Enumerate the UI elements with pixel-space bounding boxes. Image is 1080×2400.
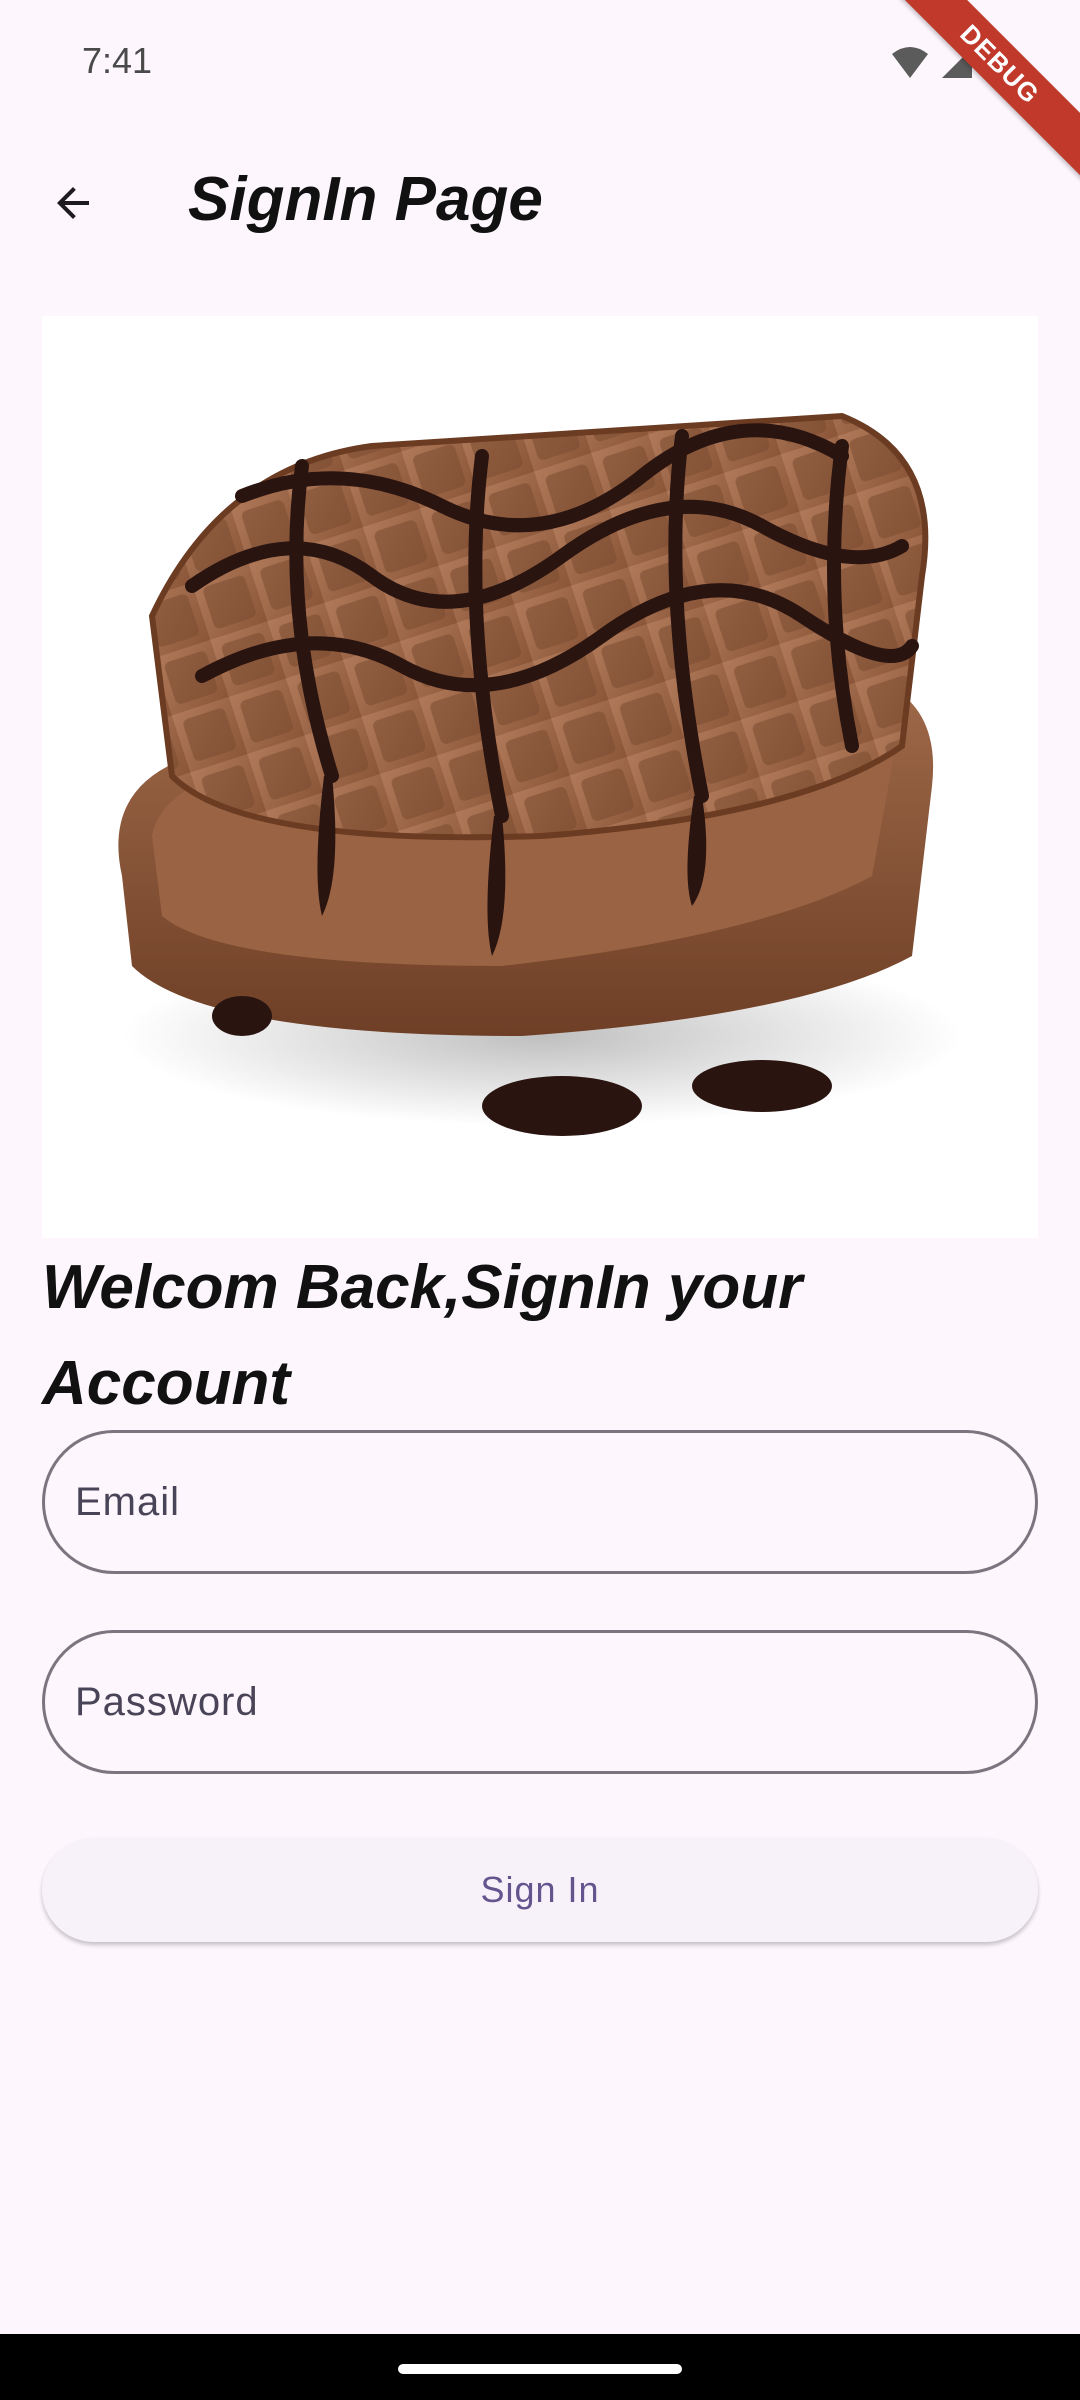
back-button[interactable] [30, 160, 116, 246]
password-input[interactable] [45, 1633, 1035, 1771]
system-nav-bar [0, 2334, 1080, 2400]
wifi-icon [892, 47, 928, 78]
email-field[interactable] [42, 1430, 1038, 1574]
waffle-illustration [118, 412, 962, 1136]
app-bar: SignIn Page [0, 130, 1080, 270]
sign-in-button[interactable]: Sign In [42, 1838, 1038, 1942]
email-input[interactable] [45, 1433, 1035, 1571]
status-bar: 7:41 [0, 0, 1080, 130]
status-time: 7:41 [82, 40, 153, 81]
arrow-back-icon [57, 187, 89, 219]
welcome-heading: Welcom Back,SignIn your Account [42, 1253, 803, 1418]
home-indicator[interactable] [398, 2364, 682, 2374]
waffle-image [42, 316, 1038, 1238]
signin-screen: 7:41 DEBUG SignIn Page Welcom Back,SignI… [0, 0, 1080, 2400]
page-title: SignIn Page [188, 165, 543, 234]
password-field[interactable] [42, 1630, 1038, 1774]
